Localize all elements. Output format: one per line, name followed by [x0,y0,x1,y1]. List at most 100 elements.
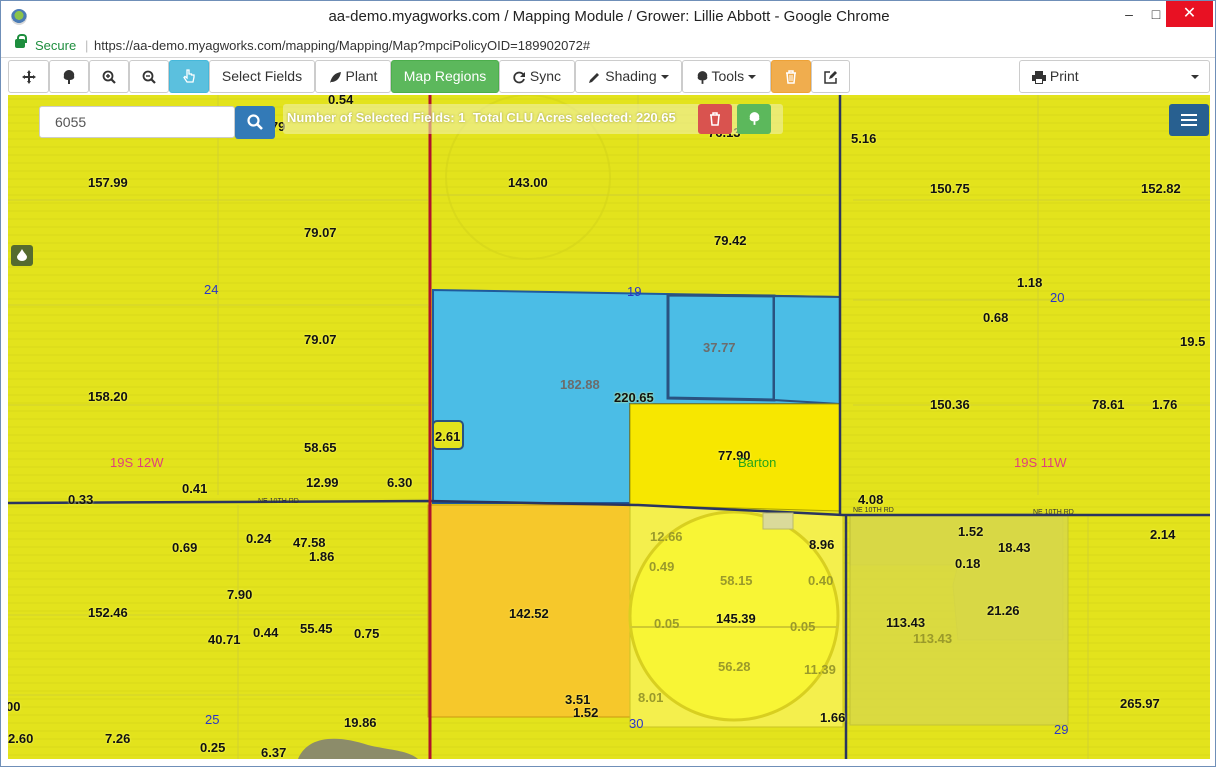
zoom-in-icon [102,70,116,85]
acre-label: 0.68 [983,310,1009,325]
section-label: 30 [629,716,644,731]
hand-pointer-icon [183,69,195,83]
acre-label: 18.43 [998,540,1031,555]
sync-button[interactable]: Sync [499,60,575,93]
acre-label: 79.07 [304,225,337,240]
zoom-in-button[interactable] [89,60,129,93]
browser-window: aa-demo.myagworks.com / Mapping Module /… [0,0,1216,767]
search-input[interactable]: 6055 [39,106,235,138]
search-icon [247,114,263,130]
acre-label: 58.65 [304,440,337,455]
road-label: NE 10TH RD [258,498,299,505]
print-dropdown[interactable]: Print [1019,60,1210,93]
acre-label: 113.43 [886,615,926,630]
section-label: 29 [1054,722,1069,737]
acre-label: 47.58 [293,535,326,550]
acre-label: 58.15 [720,573,753,588]
plant-label: Plant [345,68,378,84]
acres-value: 220.65 [635,110,676,125]
acre-label: 5.16 [851,131,877,146]
selection-summary: Number of Selected Fields: 1 Total CLU A… [287,110,676,125]
acre-label: 11.39 [804,662,836,677]
east-field-large[interactable] [849,514,1069,726]
select-fields-button[interactable]: Select Fields [209,60,315,93]
zoom-out-button[interactable] [129,60,169,93]
map-fields-layer[interactable] [8,95,1210,759]
fields-count-value: 1 [458,110,466,125]
print-icon [1032,70,1046,84]
acre-label: 1.76 [1152,397,1178,412]
tree-icon [697,70,708,84]
acre-label: 19.5 [1180,334,1206,349]
tree-icon [749,112,760,125]
acre-label: 1.86 [309,549,335,564]
acre-label: 55.45 [300,621,333,636]
shading-dropdown[interactable]: Shading [575,60,682,93]
acre-label: 0.69 [172,540,198,555]
acre-label: 0.18 [955,556,981,571]
map-regions-button[interactable]: Map Regions [391,60,499,93]
edit-button[interactable] [811,60,850,93]
acre-label: 142.52 [509,606,549,621]
acre-label: 150.36 [930,397,970,412]
sync-label: Sync [529,68,561,84]
acre-label: 40.71 [208,632,241,647]
acre-label: 0.40 [808,573,834,588]
acre-label: 152.82 [1141,181,1181,196]
township-label: 19S 12W [110,455,164,470]
water-drop-button[interactable] [11,245,33,266]
acre-label: 157.99 [88,175,128,190]
acre-label: 0.24 [246,531,272,546]
address-bar[interactable]: Secure | https://aa-demo.myagworks.com/m… [1,34,1215,58]
section-label: 25 [205,712,220,727]
lock-icon [15,34,27,48]
acre-label: 0.44 [253,625,279,640]
plant-button[interactable]: Plant [315,60,391,93]
url-text[interactable]: https://aa-demo.myagworks.com/mapping/Ma… [94,38,590,53]
pencil-icon [589,72,600,83]
acre-label: 7.90 [227,587,253,602]
acre-label: 37.77 [703,340,736,355]
acre-label: 12.99 [306,475,339,490]
acre-label: 6.30 [387,475,413,490]
tree-button[interactable] [49,60,89,93]
acre-label: 265.97 [1120,696,1160,711]
search-button[interactable] [235,106,275,139]
acre-label: 143.00 [508,175,548,190]
acre-label: 12.66 [650,529,683,544]
trash-icon [710,112,720,126]
selected-subfield-east[interactable] [773,294,841,406]
acre-label: 0.33 [68,492,94,507]
minimize-button[interactable]: – [1114,1,1144,27]
hamburger-menu-icon [1181,114,1197,126]
pan-button[interactable] [8,60,49,93]
edit-icon [823,71,837,85]
farm-name-label: Barton [738,455,777,470]
acre-label: 8.96 [809,537,835,552]
zoom-out-icon [142,70,156,85]
plant-selection-button[interactable] [737,104,771,134]
window-title: aa-demo.myagworks.com / Mapping Module /… [328,8,890,25]
map-canvas[interactable]: NE 10TH RD NE 10TH RD NE 10TH RD 0.54 5.… [8,95,1210,759]
select-pointer-button[interactable] [169,60,209,93]
tools-label: Tools [711,68,745,84]
layers-menu-button[interactable] [1169,104,1209,136]
water-drop-icon [17,249,27,261]
tools-dropdown[interactable]: Tools [682,60,771,93]
acre-label: 1.52 [573,705,599,720]
road-label: NE 10TH RD [1033,509,1074,516]
clear-selection-button[interactable] [698,104,732,134]
close-window-button[interactable]: ✕ [1166,1,1213,27]
acre-label: 220.65 [614,390,654,405]
secure-label: Secure [35,38,77,53]
road-label: NE 10TH RD [853,507,894,514]
acre-label: 00 [8,699,21,714]
title-bar: aa-demo.myagworks.com / Mapping Module /… [1,1,1215,33]
acre-label: 8.01 [638,690,664,705]
acre-label: 1.66 [820,710,846,725]
delete-button[interactable] [771,60,811,93]
map-toolbar: Select Fields Plant Map Regions Sync Sha… [8,59,1210,95]
shading-label: Shading [605,68,657,84]
section-label: 19 [627,284,642,299]
tree-icon [63,70,75,85]
